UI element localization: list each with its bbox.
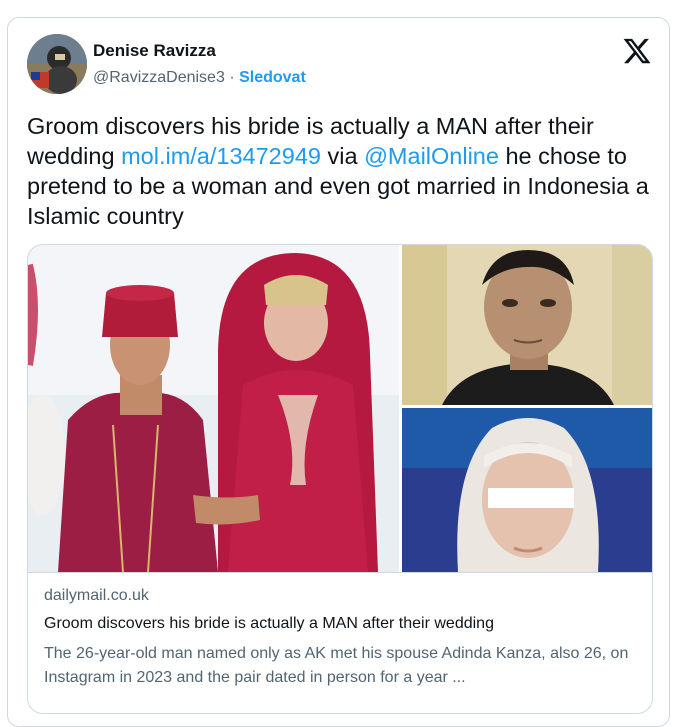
link-preview-card[interactable]: dailymail.co.uk Groom discovers his brid…	[27, 244, 653, 714]
author-handle-row: @RavizzaDenise3 · Sledovat	[93, 69, 306, 87]
mention-link[interactable]: @MailOnline	[364, 143, 499, 169]
follow-button[interactable]: Sledovat	[239, 69, 306, 86]
wedding-couple-photo[interactable]	[28, 245, 399, 573]
woman-hijab-blurred-photo[interactable]	[402, 408, 652, 572]
tweet-card[interactable]: Denise Ravizza @RavizzaDenise3 · Sledova…	[7, 17, 670, 727]
handle-separator: ·	[229, 69, 235, 86]
link-title[interactable]: Groom discovers his bride is actually a …	[44, 615, 494, 633]
x-logo-icon[interactable]	[622, 36, 652, 66]
article-link[interactable]: mol.im/a/13472949	[121, 143, 321, 169]
tweet-text: Groom discovers his bride is actually a …	[27, 111, 652, 231]
author-handle[interactable]: @RavizzaDenise3	[93, 69, 225, 86]
author-name[interactable]: Denise Ravizza	[93, 41, 216, 61]
avatar[interactable]	[27, 34, 87, 94]
link-description: The 26-year-old man named only as AK met…	[44, 645, 629, 686]
tweet-text-part: via	[320, 143, 365, 169]
man-portrait-photo[interactable]	[402, 245, 652, 405]
link-domain: dailymail.co.uk	[44, 587, 149, 604]
link-card-meta[interactable]: dailymail.co.uk Groom discovers his brid…	[28, 572, 652, 713]
